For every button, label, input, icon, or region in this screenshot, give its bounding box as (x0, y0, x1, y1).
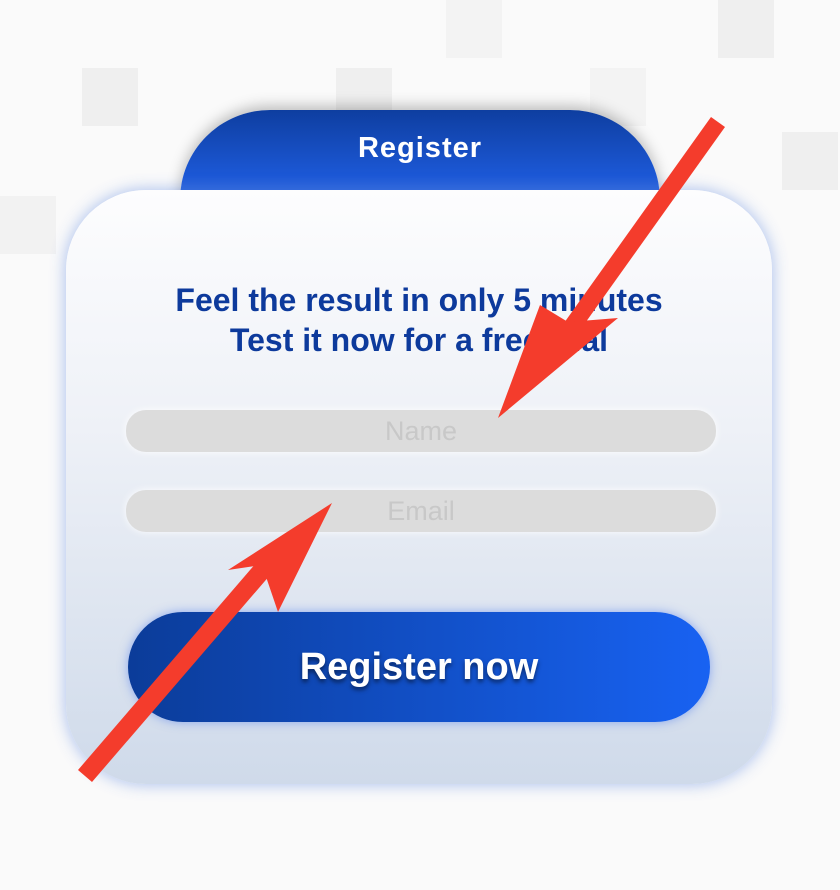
register-tab-label: Register (357, 132, 483, 164)
name-input[interactable] (126, 410, 716, 452)
headline-line-2: Test it now for a free trial (229, 322, 609, 358)
headline-line-1: Feel the result in only 5 minutes (175, 282, 663, 318)
register-now-button[interactable]: Register now (128, 612, 710, 722)
email-input[interactable] (126, 490, 716, 532)
